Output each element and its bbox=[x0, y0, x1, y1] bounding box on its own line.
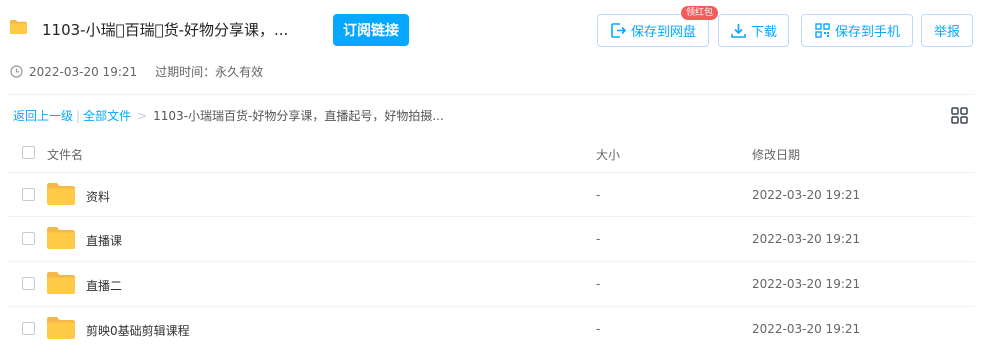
clock-icon bbox=[10, 65, 23, 78]
breadcrumb-arrow: > bbox=[137, 108, 148, 123]
row-checkbox[interactable] bbox=[22, 277, 35, 290]
file-date: 2022-03-20 19:21 bbox=[752, 232, 861, 246]
back-link[interactable]: 返回上一级 bbox=[13, 107, 73, 124]
row-checkbox[interactable] bbox=[22, 322, 35, 335]
qr-code-icon bbox=[815, 23, 830, 38]
table-row[interactable]: 资料 - 2022-03-20 19:21 bbox=[8, 172, 974, 216]
grid-view-icon[interactable] bbox=[951, 107, 968, 124]
column-name-header[interactable]: 文件名 bbox=[47, 146, 83, 163]
file-size: - bbox=[596, 188, 601, 202]
file-date: 2022-03-20 19:21 bbox=[752, 322, 861, 336]
column-size-header[interactable]: 大小 bbox=[596, 146, 620, 163]
save-to-phone-button[interactable]: 保存到手机 bbox=[801, 14, 913, 47]
file-date: 2022-03-20 19:21 bbox=[752, 277, 861, 291]
save-to-phone-label: 保存到手机 bbox=[834, 25, 900, 40]
column-date-header[interactable]: 修改日期 bbox=[752, 146, 800, 163]
file-size: - bbox=[596, 322, 601, 336]
folder-icon bbox=[47, 183, 75, 205]
file-name[interactable]: 直播二 bbox=[86, 277, 122, 294]
table-row[interactable]: 剪映0基础剪辑课程 - 2022-03-20 19:21 bbox=[8, 306, 974, 350]
share-time: 2022-03-20 19:21 bbox=[29, 64, 138, 79]
file-name[interactable]: 剪映0基础剪辑课程 bbox=[86, 322, 190, 339]
row-checkbox[interactable] bbox=[22, 232, 35, 245]
file-name[interactable]: 直播课 bbox=[86, 232, 122, 249]
save-to-disk-icon bbox=[611, 23, 627, 38]
share-meta: 2022-03-20 19:21 过期时间：永久有效 bbox=[10, 63, 263, 80]
table-row[interactable]: 直播课 - 2022-03-20 19:21 bbox=[8, 216, 974, 260]
save-to-disk-label: 保存到网盘 bbox=[630, 25, 696, 40]
folder-icon bbox=[47, 227, 75, 249]
divider bbox=[8, 94, 974, 95]
file-size: - bbox=[596, 232, 601, 246]
breadcrumb: 返回上一级 | 全部文件 > 1103-小瑞瑞百货-好物分享课，直播起号，好物拍… bbox=[13, 107, 444, 124]
folder-icon bbox=[10, 20, 27, 34]
folder-icon bbox=[47, 272, 75, 294]
download-icon bbox=[731, 24, 746, 38]
table-row[interactable]: 直播二 - 2022-03-20 19:21 bbox=[8, 261, 974, 305]
page-title: 1103-小瑞 百瑞 货-好物分享课，... bbox=[42, 21, 289, 39]
red-packet-badge[interactable]: 领红包 bbox=[681, 6, 719, 20]
row-checkbox[interactable] bbox=[22, 188, 35, 201]
download-button[interactable]: 下载 bbox=[718, 14, 789, 47]
file-size: - bbox=[596, 277, 601, 291]
expire-text: 过期时间：永久有效 bbox=[155, 65, 264, 79]
folder-icon bbox=[47, 317, 75, 339]
subscribe-button[interactable]: 订阅链接 bbox=[333, 14, 409, 46]
breadcrumb-separator: | bbox=[76, 108, 81, 123]
file-date: 2022-03-20 19:21 bbox=[752, 188, 861, 202]
download-label: 下载 bbox=[750, 25, 777, 40]
table-header: 文件名 大小 修改日期 bbox=[8, 138, 974, 172]
file-name[interactable]: 资料 bbox=[86, 188, 110, 205]
report-button[interactable]: 举报 bbox=[921, 14, 973, 47]
all-files-link[interactable]: 全部文件 bbox=[83, 107, 131, 124]
breadcrumb-current: 1103-小瑞瑞百货-好物分享课，直播起号，好物拍摄... bbox=[153, 109, 444, 123]
select-all-checkbox[interactable] bbox=[22, 146, 35, 159]
